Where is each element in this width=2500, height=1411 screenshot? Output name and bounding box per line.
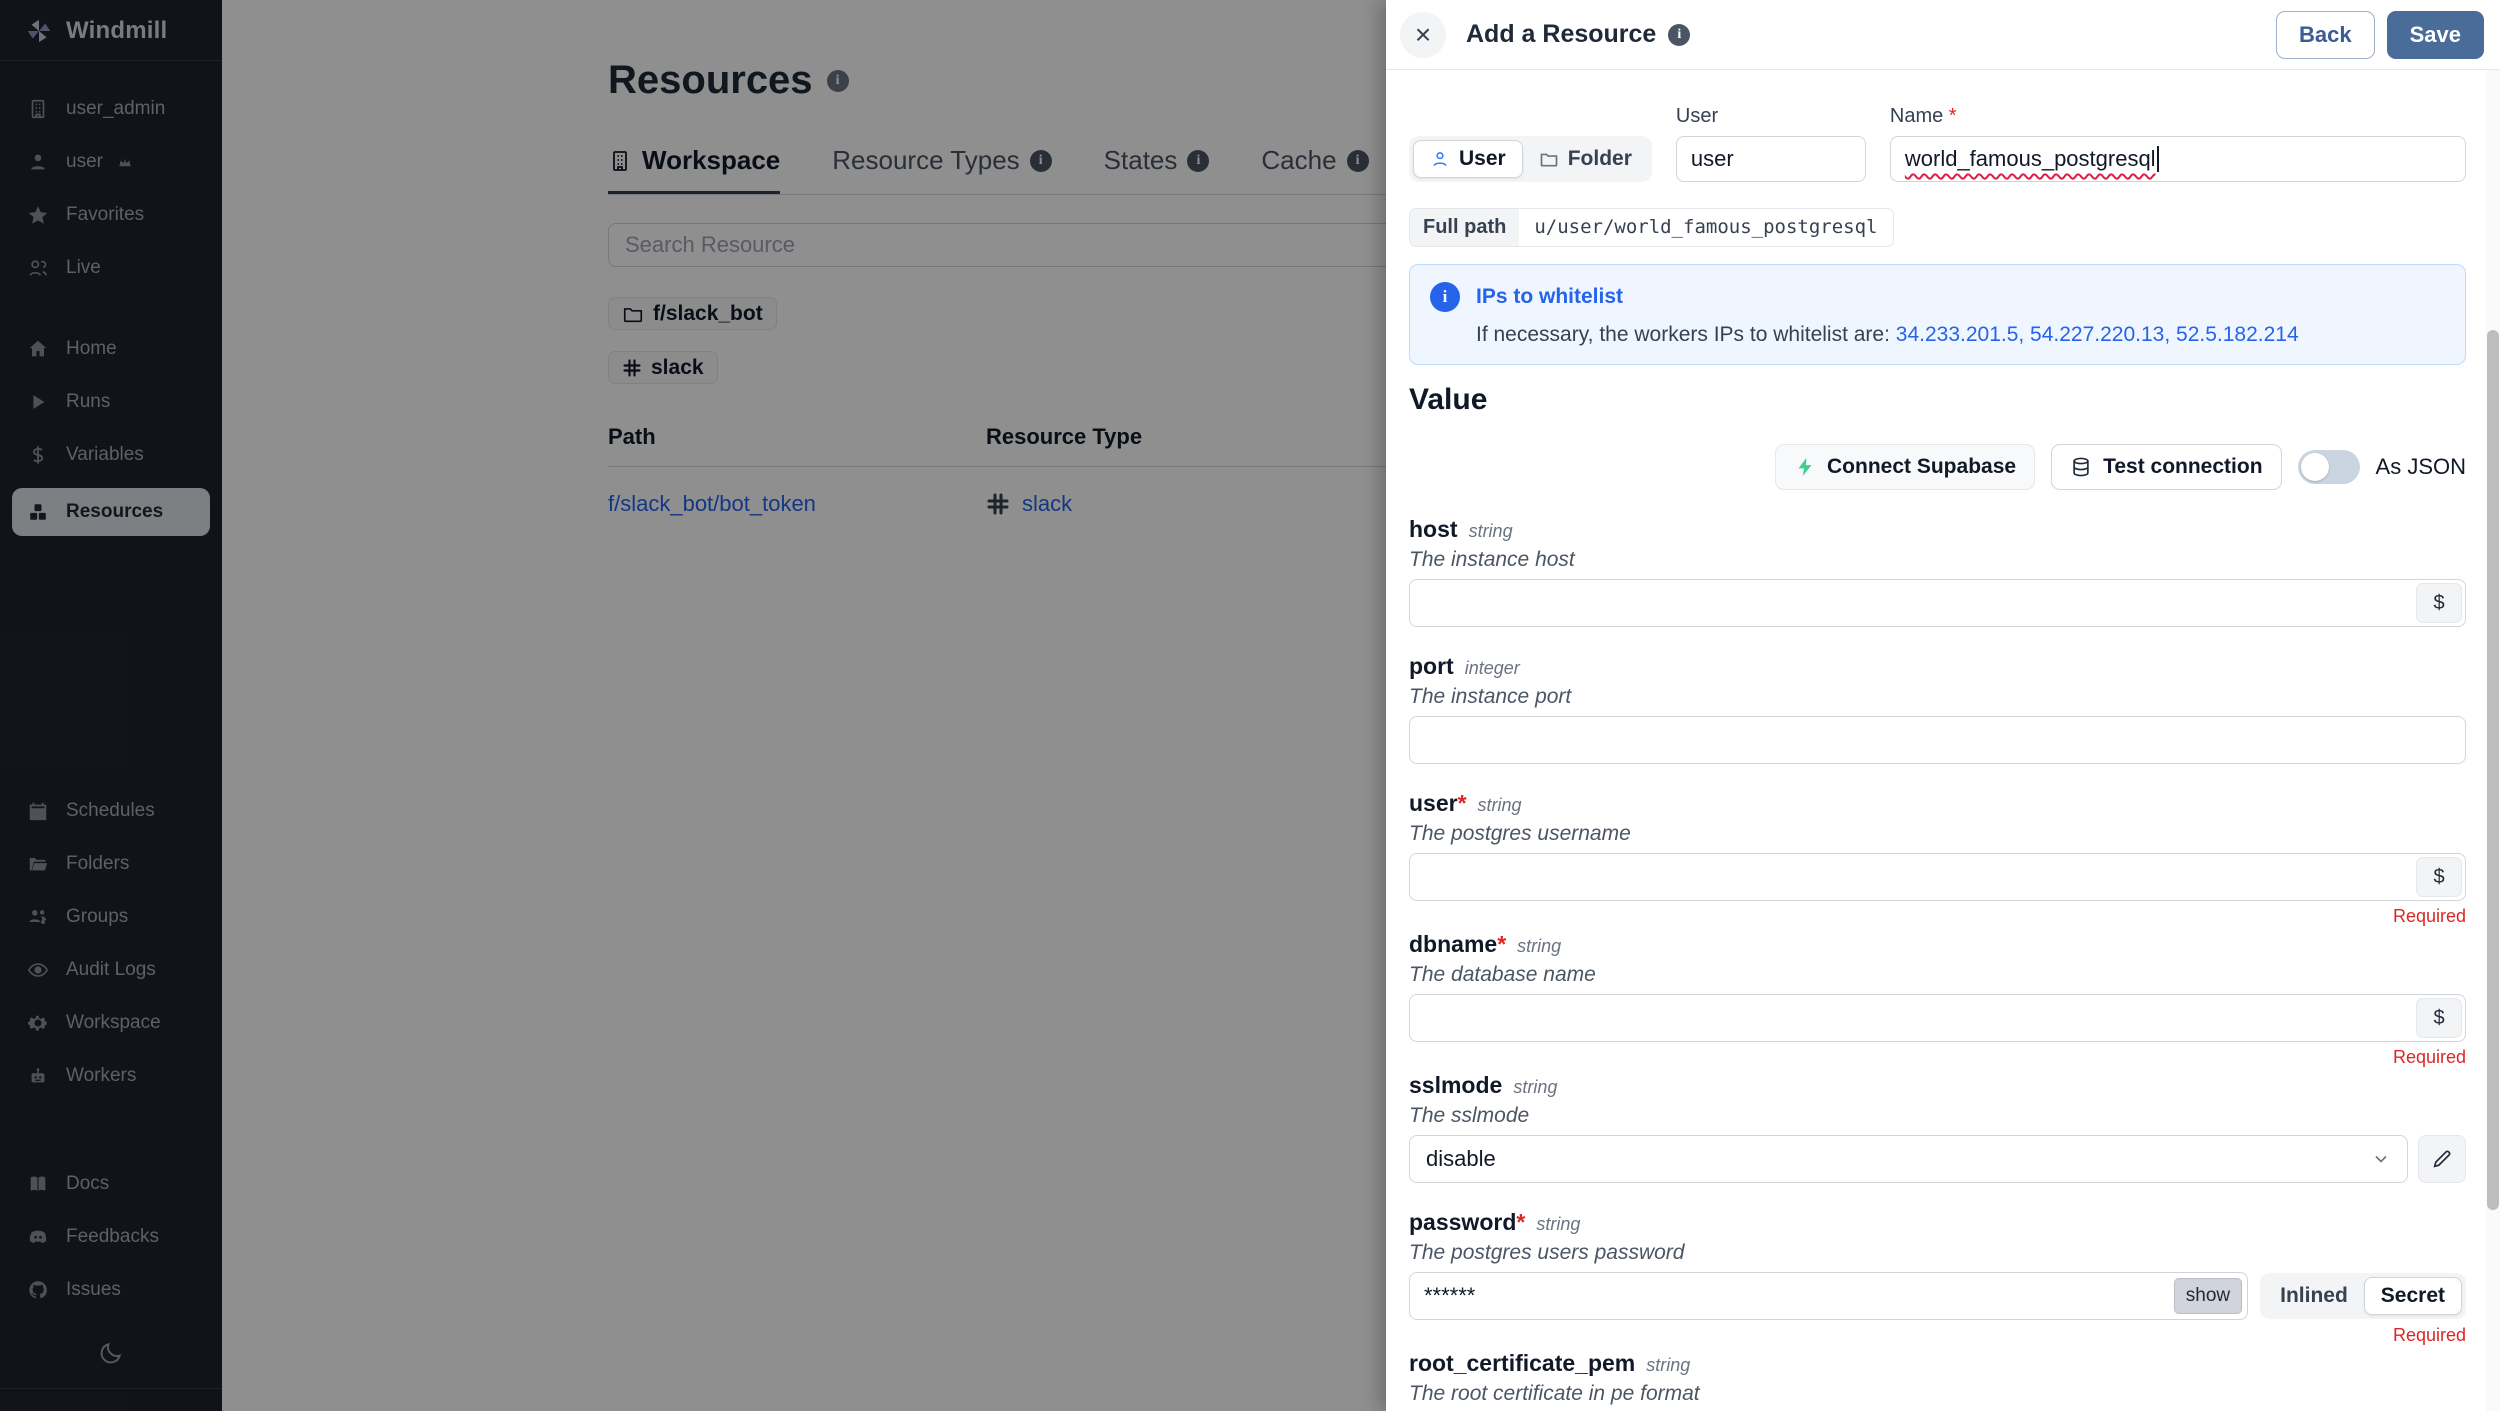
field-type: string (1478, 795, 1522, 816)
owner-folder-label: Folder (1568, 147, 1632, 171)
user-input[interactable] (1409, 853, 2466, 901)
edit-raw-button[interactable] (2418, 1135, 2466, 1183)
drawer-title: Add a Resource (1466, 20, 1656, 49)
owner-user-label: User (1459, 147, 1506, 171)
field-type: string (1536, 1214, 1580, 1235)
info-icon: i (1430, 282, 1460, 312)
port-input[interactable] (1409, 716, 2466, 764)
required-hint: Required (1409, 1047, 2466, 1068)
required-hint: Required (1409, 906, 2466, 927)
field-name: sslmode (1409, 1072, 1502, 1099)
test-connection-button[interactable]: Test connection (2051, 444, 2281, 490)
infobox-text: If necessary, the workers IPs to whiteli… (1476, 323, 2299, 347)
drawer-header: × Add a Resource i Back Save (1386, 0, 2500, 70)
password-mode-inlined[interactable]: Inlined (2264, 1277, 2364, 1315)
field-dbname: dbname* string The database name $ Requi… (1409, 931, 2466, 1068)
name-field-label: Name * (1890, 105, 2466, 128)
required-hint: Required (1409, 1325, 2466, 1346)
field-description: The instance port (1409, 685, 2466, 709)
ips-whitelist-infobox: i IPs to whitelist If necessary, the wor… (1409, 264, 2466, 365)
infobox-title: IPs to whitelist (1476, 285, 2299, 309)
field-name: password* (1409, 1209, 1525, 1236)
owner-kind-toggle: User Folder (1409, 136, 1652, 182)
drawer-scrollbar[interactable] (2486, 70, 2500, 1411)
password-input[interactable] (1409, 1272, 2248, 1320)
password-mode-toggle: Inlined Secret (2260, 1273, 2466, 1319)
lightning-icon (1794, 456, 1816, 478)
field-type: integer (1465, 658, 1520, 679)
drawer-body: User Folder User Name * (1386, 70, 2500, 1411)
full-path-value: u/user/world_famous_postgresql (1519, 209, 1892, 246)
modal-backdrop[interactable] (0, 0, 1386, 1411)
full-path-badge: Full path u/user/world_famous_postgresql (1409, 208, 1894, 247)
dbname-input[interactable] (1409, 994, 2466, 1042)
field-description: The database name (1409, 963, 2466, 987)
password-mode-secret[interactable]: Secret (2364, 1277, 2462, 1315)
save-button[interactable]: Save (2387, 11, 2484, 59)
folder-icon (1539, 149, 1559, 169)
field-password: password* string The postgres users pass… (1409, 1209, 2466, 1346)
show-password-button[interactable]: show (2174, 1278, 2242, 1314)
field-name: dbname* (1409, 931, 1506, 958)
field-name: port (1409, 653, 1454, 680)
connect-supabase-button[interactable]: Connect Supabase (1775, 444, 2035, 490)
variable-picker-button[interactable]: $ (2416, 583, 2462, 623)
full-path-label: Full path (1410, 209, 1519, 246)
field-root-certificate-pem: root_certificate_pem string The root cer… (1409, 1350, 2466, 1411)
field-user: user* string The postgres username $ Req… (1409, 790, 2466, 927)
as-json-toggle[interactable] (2298, 450, 2360, 484)
field-name: host (1409, 516, 1458, 543)
host-input[interactable] (1409, 579, 2466, 627)
field-description: The postgres username (1409, 822, 2466, 846)
field-type: string (1646, 1355, 1690, 1376)
name-field-input[interactable]: world_famous_postgresql (1890, 136, 2466, 182)
field-description: The root certificate in pe format (1409, 1382, 2466, 1406)
field-description: The instance host (1409, 548, 2466, 572)
person-icon (1430, 149, 1450, 169)
field-port: port integer The instance port (1409, 653, 2466, 764)
app-root: Windmill user_admin user Favorites Live (0, 0, 2500, 1411)
whitelist-ips: 34.233.201.5, 54.227.220.13, 52.5.182.21… (1896, 323, 2299, 346)
back-button[interactable]: Back (2276, 11, 2375, 59)
text-caret (2157, 146, 2159, 172)
field-type: string (1517, 936, 1561, 957)
add-resource-drawer: × Add a Resource i Back Save User Folder (1386, 0, 2500, 1411)
field-type: string (1513, 1077, 1557, 1098)
database-icon (2070, 456, 2092, 478)
chevron-down-icon (2371, 1149, 2391, 1169)
field-description: The sslmode (1409, 1104, 2466, 1128)
user-field-label: User (1676, 105, 1866, 128)
as-json-label: As JSON (2376, 454, 2466, 480)
close-icon[interactable]: × (1400, 12, 1446, 58)
field-description: The postgres users password (1409, 1241, 2466, 1265)
info-icon: i (1668, 24, 1690, 46)
field-sslmode: sslmode string The sslmode disable (1409, 1072, 2466, 1183)
scrollbar-thumb[interactable] (2487, 330, 2499, 1210)
sslmode-select[interactable]: disable (1409, 1135, 2408, 1183)
variable-picker-button[interactable]: $ (2416, 998, 2462, 1038)
value-section-title: Value (1409, 383, 2466, 417)
pencil-icon (2431, 1148, 2453, 1170)
variable-picker-button[interactable]: $ (2416, 857, 2462, 897)
field-host: host string The instance host $ (1409, 516, 2466, 627)
user-field-input[interactable] (1676, 136, 1866, 182)
sslmode-selected-value: disable (1426, 1146, 1496, 1172)
owner-kind-user[interactable]: User (1413, 140, 1523, 178)
field-name: user* (1409, 790, 1467, 817)
field-type: string (1469, 521, 1513, 542)
field-name: root_certificate_pem (1409, 1350, 1635, 1377)
owner-kind-folder[interactable]: Folder (1523, 140, 1648, 178)
